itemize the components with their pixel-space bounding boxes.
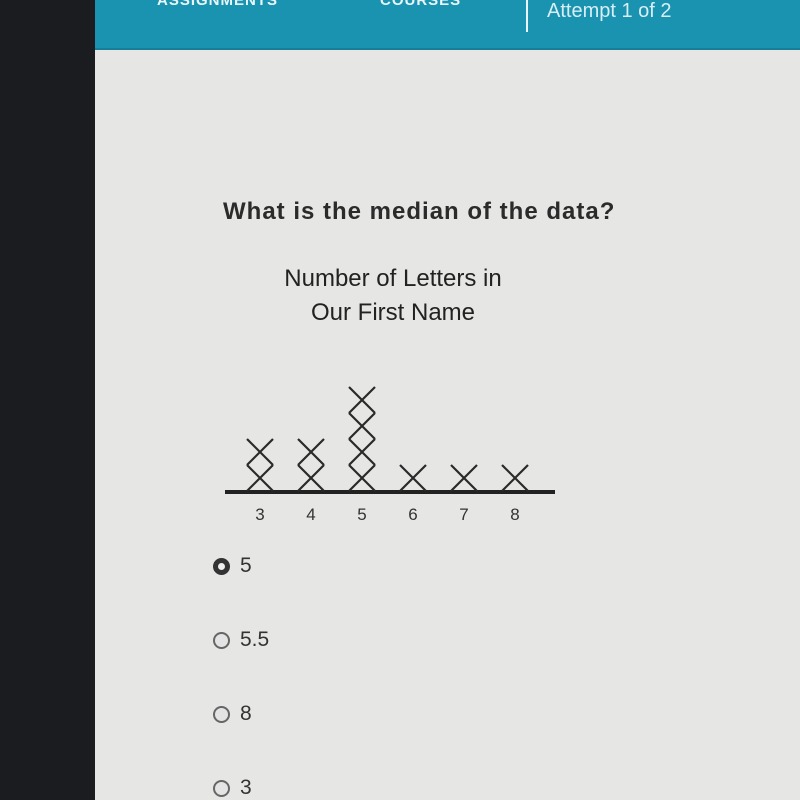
answer-label: 5 xyxy=(240,554,252,577)
tick-label: 6 xyxy=(408,505,417,524)
tick-label: 7 xyxy=(459,505,468,524)
nav-divider xyxy=(526,0,528,32)
answer-choice[interactable]: 8 xyxy=(213,702,252,726)
radio-button[interactable] xyxy=(213,557,230,575)
tick-label: 3 xyxy=(255,505,264,524)
x-mark xyxy=(399,464,427,492)
x-mark xyxy=(246,464,274,492)
answer-choice[interactable]: 5.5 xyxy=(213,628,269,652)
answer-choice[interactable]: 3 xyxy=(213,776,252,800)
x-mark xyxy=(348,464,376,492)
x-mark xyxy=(450,464,478,492)
question-text: What is the median of the data? xyxy=(223,198,616,225)
answer-choice[interactable]: 5 xyxy=(213,554,252,578)
answer-label: 5.5 xyxy=(240,628,270,651)
x-mark xyxy=(348,412,376,440)
x-mark xyxy=(501,464,529,492)
x-mark xyxy=(348,438,376,466)
tick-label: 5 xyxy=(357,505,366,524)
x-mark xyxy=(297,464,325,492)
x-mark xyxy=(297,438,325,466)
tick-label: 4 xyxy=(306,505,315,524)
dot-plot: 3 4 5 6 7 8 xyxy=(225,386,555,524)
chart-title: Number of Letters in Our First Name xyxy=(230,262,556,330)
nav-courses[interactable]: COURSES xyxy=(380,0,461,9)
radio-button[interactable] xyxy=(213,631,230,649)
attempt-counter: Attempt 1 of 2 xyxy=(547,0,672,22)
chart-title-line-1: Number of Letters in xyxy=(284,265,502,292)
answer-label: 8 xyxy=(240,702,252,725)
radio-button[interactable] xyxy=(213,779,230,797)
radio-button[interactable] xyxy=(213,705,230,723)
top-nav-bar: ASSIGNMENTS COURSES Attempt 1 of 2 xyxy=(95,0,800,50)
x-mark xyxy=(348,386,376,414)
answer-label: 3 xyxy=(240,776,252,799)
screen: ASSIGNMENTS COURSES Attempt 1 of 2 What … xyxy=(95,0,800,800)
nav-assignments[interactable]: ASSIGNMENTS xyxy=(157,0,278,9)
x-mark xyxy=(246,438,274,466)
tick-label: 8 xyxy=(510,505,519,524)
